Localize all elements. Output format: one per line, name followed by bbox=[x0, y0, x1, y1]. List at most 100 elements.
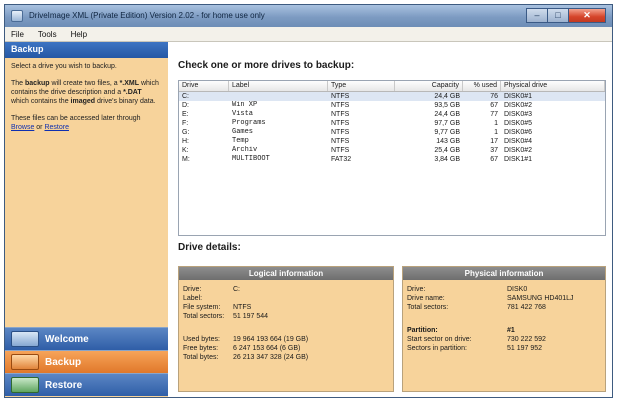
logical-used-value: 19 964 193 664 (19 GB) bbox=[233, 336, 309, 343]
logical-sectors-key: Total sectors: bbox=[183, 313, 225, 320]
cell-drive: K: bbox=[182, 147, 189, 154]
menu-file[interactable]: File bbox=[11, 30, 24, 39]
menu-bar: File Tools Help bbox=[5, 27, 612, 42]
restore-link[interactable]: Restore bbox=[44, 124, 69, 131]
table-row[interactable]: H: Temp NTFS 143 GB 17 DISK0#4 bbox=[179, 137, 605, 146]
cell-drive: H: bbox=[182, 138, 189, 145]
cell-used: 67 bbox=[490, 102, 498, 109]
physical-sectors-value: 781 422 768 bbox=[507, 304, 546, 311]
logical-info-panel: Logical information Drive: C: Label: File… bbox=[178, 266, 394, 392]
app-window: DriveImage XML (Private Edition) Version… bbox=[4, 4, 613, 398]
logical-free-key: Free bytes: bbox=[183, 345, 219, 352]
cell-physical-drive: DISK0#5 bbox=[504, 120, 533, 127]
physical-sectors-key: Total sectors: bbox=[407, 304, 449, 311]
nav-panel: Welcome Backup Restore bbox=[5, 327, 168, 396]
physical-drive-name: Drive name: SAMSUNG HD401LJ bbox=[407, 294, 574, 303]
app-icon bbox=[11, 10, 23, 22]
table-row[interactable]: G: Games NTFS 9,77 GB 1 DISK0#6 bbox=[179, 128, 605, 137]
col-physical[interactable]: Physical drive bbox=[501, 81, 605, 91]
cell-type: FAT32 bbox=[331, 156, 352, 163]
panel-header: Backup bbox=[5, 42, 168, 58]
cell-drive: F: bbox=[182, 120, 189, 127]
cell-physical-drive: DISK0#3 bbox=[504, 111, 533, 118]
col-used[interactable]: % used bbox=[463, 81, 501, 91]
cell-type: NTFS bbox=[331, 120, 350, 127]
menu-tools[interactable]: Tools bbox=[38, 30, 57, 39]
cell-physical-drive: DISK1#1 bbox=[504, 156, 533, 163]
cell-drive: E: bbox=[182, 111, 189, 118]
maximize-button[interactable]: □ bbox=[547, 8, 569, 23]
browse-link[interactable]: Browse bbox=[11, 124, 34, 131]
cell-used: 77 bbox=[490, 111, 498, 118]
cell-used: 1 bbox=[494, 120, 498, 127]
physical-partition: Partition: #1 bbox=[407, 326, 515, 335]
cell-used: 1 bbox=[494, 129, 498, 136]
cell-drive: M: bbox=[182, 156, 190, 163]
logical-label-key: Label: bbox=[183, 295, 203, 302]
help-bold-dat: *.DAT bbox=[123, 89, 142, 96]
physical-total-sectors: Total sectors: 781 422 768 bbox=[407, 303, 546, 312]
physical-secpart-key: Sectors in partition: bbox=[407, 345, 467, 352]
logical-fs-key: File system: bbox=[183, 304, 221, 311]
cell-drive: D: bbox=[182, 102, 189, 109]
physical-name-value: SAMSUNG HD401LJ bbox=[507, 295, 574, 302]
cell-capacity: 24,4 GB bbox=[434, 93, 460, 100]
col-type[interactable]: Type bbox=[328, 81, 395, 91]
nav-restore[interactable]: Restore bbox=[5, 373, 168, 396]
cell-label bbox=[229, 92, 328, 101]
table-row[interactable]: D: Win XP NTFS 93,5 GB 67 DISK0#2 bbox=[179, 101, 605, 110]
logical-fs-value: NTFS bbox=[233, 304, 252, 311]
cell-physical-drive: DISK0#4 bbox=[504, 138, 533, 145]
col-capacity[interactable]: Capacity bbox=[395, 81, 463, 91]
logical-total-bytes: Total bytes: 26 213 347 328 (24 GB) bbox=[183, 353, 308, 362]
table-row[interactable]: F: Programs NTFS 97,7 GB 1 DISK0#5 bbox=[179, 119, 605, 128]
nav-backup[interactable]: Backup bbox=[5, 350, 168, 373]
cell-physical-drive: DISK0#2 bbox=[504, 147, 533, 154]
cell-used: 67 bbox=[490, 156, 498, 163]
logical-sectors-value: 51 197 544 bbox=[233, 313, 269, 320]
logical-drive-value: C: bbox=[233, 286, 240, 293]
col-label[interactable]: Label bbox=[229, 81, 328, 91]
cell-label: Games bbox=[232, 128, 254, 136]
close-button[interactable]: ✕ bbox=[568, 8, 606, 23]
physical-secpart-value: 51 197 952 bbox=[507, 345, 543, 352]
table-row[interactable]: E: Vista NTFS 24,4 GB 77 DISK0#3 bbox=[179, 110, 605, 119]
col-drive[interactable]: Drive bbox=[179, 81, 229, 91]
physical-info-header: Physical information bbox=[403, 267, 605, 280]
help-paragraph-2: The backup will create two files, a *.XM… bbox=[11, 79, 161, 106]
drive-table[interactable]: Drive Label Type Capacity % used Physica… bbox=[178, 80, 606, 236]
cell-type: NTFS bbox=[331, 147, 350, 154]
cell-type: NTFS bbox=[331, 111, 350, 118]
left-pane: Backup Select a drive you wish to backup… bbox=[5, 42, 168, 397]
cell-capacity: 93,5 GB bbox=[434, 102, 460, 109]
nav-welcome[interactable]: Welcome bbox=[5, 327, 168, 350]
physical-drive-value: DISK0 bbox=[507, 286, 528, 293]
cell-used: 37 bbox=[490, 147, 498, 154]
physical-start-key: Start sector on drive: bbox=[407, 336, 472, 343]
minimize-button[interactable]: – bbox=[526, 8, 548, 23]
drives-title: Check one or more drives to backup: bbox=[178, 60, 355, 71]
table-row[interactable]: M: MULTIBOOT FAT32 3,84 GB 67 DISK1#1 bbox=[179, 155, 605, 164]
cell-label: Temp bbox=[232, 137, 249, 145]
logical-total-sectors: Total sectors: 51 197 544 bbox=[183, 312, 268, 321]
welcome-icon bbox=[11, 331, 39, 347]
help-text-part: which contains the bbox=[11, 98, 71, 105]
logical-free-bytes: Free bytes: 6 247 153 664 (6 GB) bbox=[183, 344, 300, 353]
help-bold-xml: *.XML bbox=[119, 80, 140, 87]
menu-help[interactable]: Help bbox=[71, 30, 87, 39]
cell-type: NTFS bbox=[331, 129, 350, 136]
table-row[interactable]: C: NTFS 24,4 GB 76 DISK0#1 bbox=[179, 92, 605, 101]
cell-type: NTFS bbox=[331, 138, 350, 145]
help-bold-backup: backup bbox=[25, 80, 50, 87]
logical-filesystem: File system: NTFS bbox=[183, 303, 251, 312]
cell-drive: G: bbox=[182, 129, 190, 136]
cell-label: Win XP bbox=[232, 101, 258, 109]
logical-used-bytes: Used bytes: 19 964 193 664 (19 GB) bbox=[183, 335, 308, 344]
window-controls: – □ ✕ bbox=[526, 8, 606, 23]
window-title: DriveImage XML (Private Edition) Version… bbox=[29, 11, 265, 20]
content-area: Check one or more drives to backup: Driv… bbox=[168, 42, 612, 397]
title-bar[interactable]: DriveImage XML (Private Edition) Version… bbox=[5, 5, 612, 27]
cell-used: 76 bbox=[490, 93, 498, 100]
table-row[interactable]: K: Archiv NTFS 25,4 GB 37 DISK0#2 bbox=[179, 146, 605, 155]
cell-capacity: 3,84 GB bbox=[434, 156, 460, 163]
